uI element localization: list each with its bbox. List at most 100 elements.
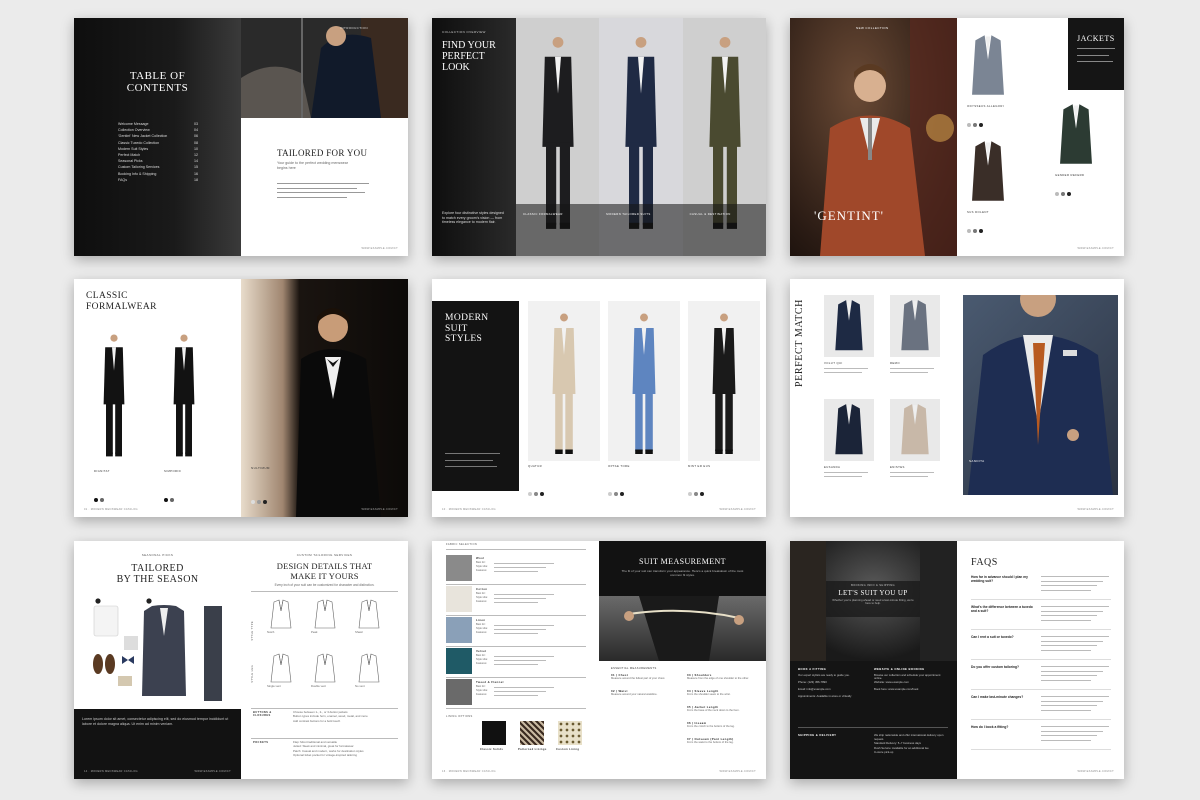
spread-fabric-measurement: FABRIC SELECTION Wool Best for: Style vibe… [432, 541, 766, 779]
booking-col-title: WEBSITE & ONLINE BOOKING [874, 667, 925, 671]
custom-jacket-lower-label: Double vent [311, 684, 326, 688]
fabric-swatch [446, 679, 472, 705]
fabric-row-line: Features: [476, 662, 487, 665]
measure-title: SUIT MEASUREMENT [639, 557, 726, 566]
measure-subtitle: The fit of your suit can transform your … [621, 569, 744, 577]
modern-suit-name: QUATUR [528, 464, 543, 468]
tailored-body [277, 183, 369, 198]
spread-seasonal-custom: SEASONAL PICKS TAILORED BY THE SEASON Lor… [74, 541, 408, 779]
classic-model-figure [173, 334, 195, 457]
modern-dark-panel: MODERN SUIT STYLES [432, 301, 519, 491]
perfect-item-card [890, 295, 940, 357]
overview-panel-label: CLASSIC FORMALWEAR [523, 212, 563, 216]
fabric-row-line: Features: [476, 569, 487, 572]
custom-title: DESIGN DETAILS THAT MAKE IT YOURS [276, 561, 373, 581]
shipping-line: In-store pick-up [874, 749, 894, 754]
jacket-figure [972, 35, 1004, 95]
modern-suit-name: OPTAE TORE [608, 464, 630, 468]
modern-color-dots [688, 483, 706, 501]
overview-panel-label: MODERN TAILORED SUITS [606, 212, 651, 216]
lining-swatch [558, 721, 582, 745]
seasonal-page: SEASONAL PICKS TAILORED BY THE SEASON Lor… [74, 541, 241, 779]
toc-item-page: 18 [194, 177, 198, 182]
faq-question[interactable]: Do you offer custom tailoring? [971, 665, 1033, 669]
seasonal-flatlay-illustration [93, 598, 222, 701]
footer-left: 14 · MODERN MENSWEAR CATALOG [84, 770, 138, 773]
classic-model-name: DIGNITAT [94, 469, 110, 473]
faq-question[interactable]: How far in advance should I plan my wedd… [971, 575, 1033, 583]
faq-question[interactable]: Can I make last-minute changes? [971, 695, 1033, 699]
faq-question[interactable]: How do I book a fitting? [971, 725, 1033, 729]
custom-jacket-outline [270, 599, 292, 629]
perfect-photo-label: SANDITA [969, 459, 985, 463]
tuxedo-model-name: NULTIMUM [251, 466, 270, 470]
modern-color-dots [528, 483, 546, 501]
jacket-name: GENDER REFERD [1055, 173, 1085, 177]
measure-point-text: From the waist to the bottom of the leg. [687, 741, 734, 744]
fabric-label: FABRIC SELECTION [446, 543, 478, 546]
fabric-swatch [446, 555, 472, 581]
faq-question[interactable]: Can I rent a suit or tuxedo? [971, 635, 1033, 639]
tailored-title: TAILORED FOR YOU [277, 148, 368, 158]
measure-point-text: From the base of the neck down to the he… [687, 709, 740, 712]
seasonal-label: SEASONAL PICKS [141, 553, 174, 557]
jackets-title: JACKETS [1077, 34, 1115, 43]
custom-section-line: Add contrast buttons for a bold touch [293, 718, 341, 723]
footer-url: WWW.EXAMPLE.COM/CT [361, 508, 398, 511]
booking-col-line: Our expert stylists are ready to guide y… [798, 673, 850, 677]
fabric-page: FABRIC SELECTION Wool Best for: Style vibe… [432, 541, 599, 779]
overview-panel-band: MODERN TAILORED SUITS [599, 204, 683, 256]
fabric-row-line: Best for: [476, 654, 486, 657]
shipping-title: SHIPPING & DELIVERY [798, 733, 837, 737]
overview-desc: Explore four distinctive styles designed… [442, 211, 504, 225]
tailor-photo: INTRODUCTION [241, 18, 408, 118]
perfect-grid-page: PERFECT MATCH VOLUT QUI REMO EUSANDA ENISTE… [790, 279, 957, 517]
perfect-item-name: EUSANDA [824, 465, 841, 469]
toc-item[interactable]: FAQs 18 [118, 177, 198, 183]
faq-question[interactable]: What's the difference between a tuxedo a… [971, 605, 1033, 613]
classic-color-dots [164, 489, 176, 507]
fabric-swatch [446, 586, 472, 612]
modern-suit-card [688, 301, 760, 461]
lining-swatch [520, 721, 544, 745]
fabric-row-line: Style vibe: [476, 627, 488, 630]
overview-panel: CASUAL & DESTINATION [682, 18, 766, 256]
essential-label: ESSENTIAL MEASUREMENTS [611, 667, 657, 670]
perfect-item-card [824, 399, 874, 461]
custom-jacket-outline-lower [358, 653, 380, 683]
custom-jacket-lower-label: Single vent [267, 684, 281, 688]
jackets-heading-box: JACKETS [1068, 18, 1124, 90]
measure-point-text: Measure from the edge of one shoulder to… [687, 677, 750, 680]
gentint-photo: NEW COLLECTION 'GENTINT' [790, 18, 957, 256]
tape-measure-illustration [624, 596, 744, 661]
overview-model-figure [542, 36, 574, 229]
toc-item-label: FAQs [118, 177, 127, 182]
booking-col-line: Phone: (123) 456-7890 [798, 680, 827, 684]
footer-url: WWW.EXAMPLE.COM/CT [361, 247, 398, 250]
perfect-item-name: ENISTES [890, 465, 905, 469]
perfect-photo: SANDITA [963, 295, 1118, 495]
custom-jacket-outline-lower [314, 653, 336, 683]
modern-desc [445, 453, 500, 467]
spread-collection-overview: COLLECTION OVERVIEW FIND YOUR PERFECT LOOK… [432, 18, 766, 256]
booking-title: LET'S SUIT YOU UP [838, 589, 908, 597]
perfect-model-illustration [968, 295, 1113, 495]
footer-left: 10 · MODERN MENSWEAR CATALOG [442, 508, 496, 511]
toc-list: Welcome Message 03 Collection Overview 04 'G… [118, 121, 198, 183]
fabric-name: Cotton [476, 587, 488, 591]
tuxedo-page: NULTIMUM WWW.EXAMPLE.COM/CT [241, 279, 408, 517]
intro-label: INTRODUCTION [340, 26, 368, 30]
jacket-color-dots [967, 114, 985, 132]
lining-swatch [482, 721, 506, 745]
custom-section-label: BUTTONS & CLOSURES [253, 711, 272, 717]
booking-col-line: Website: www.example.com [874, 680, 909, 684]
classic-title: CLASSIC FORMALWEAR [86, 291, 157, 312]
lining-name: Classic Solids [480, 748, 504, 751]
toc-title: TABLE OF CONTENTS [126, 70, 189, 94]
custom-jacket-label: Peak [311, 630, 318, 634]
overview-sidebar: COLLECTION OVERVIEW FIND YOUR PERFECT LOOK… [432, 18, 516, 256]
footer-left: 01 · MODERN MENSWEAR CATALOG [84, 508, 138, 511]
gentint-title: 'GENTINT' [814, 208, 885, 223]
fabric-row-line: Best for: [476, 561, 486, 564]
custom-section-line: Optional ticket pocket for vintage-inspi… [293, 753, 357, 758]
